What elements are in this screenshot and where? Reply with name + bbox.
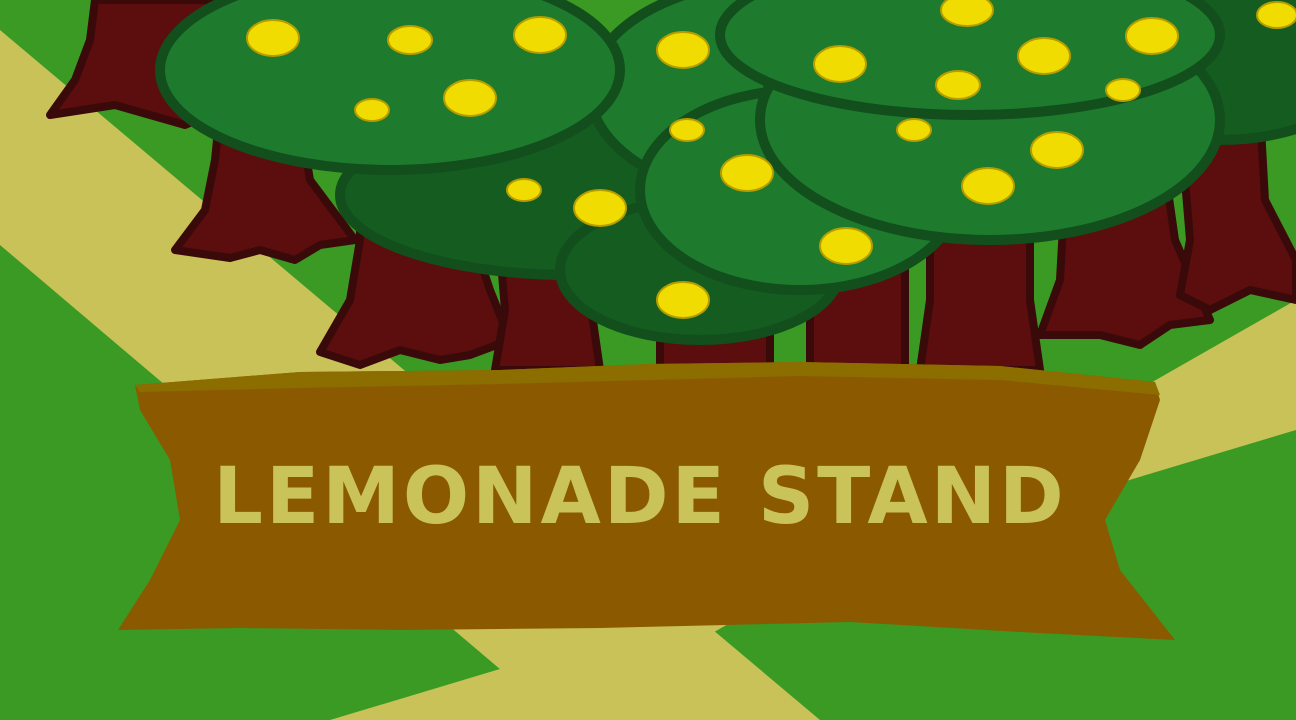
game-title: LEMONADE STAND	[213, 452, 1067, 542]
lemon	[935, 70, 981, 100]
lemon	[387, 25, 433, 55]
lemon	[813, 45, 867, 83]
lemon	[1125, 17, 1179, 55]
lemon	[656, 281, 710, 319]
lemon	[940, 0, 994, 27]
lemon	[819, 227, 873, 265]
lemon-orchard-scene	[0, 0, 1296, 720]
lemon	[443, 79, 497, 117]
lemon	[961, 167, 1015, 205]
lemon	[354, 98, 390, 122]
lemon	[1017, 37, 1071, 75]
lemon	[1256, 1, 1296, 29]
lemon	[896, 118, 932, 142]
lemon	[246, 19, 300, 57]
lemon	[1105, 78, 1141, 102]
lemon	[669, 118, 705, 142]
lemon	[720, 154, 774, 192]
lemon	[656, 31, 710, 69]
lemon	[1030, 131, 1084, 169]
lemon	[573, 189, 627, 227]
lemon	[513, 16, 567, 54]
lemon	[506, 178, 542, 202]
title-screen: LEMONADE STAND	[0, 0, 1296, 720]
